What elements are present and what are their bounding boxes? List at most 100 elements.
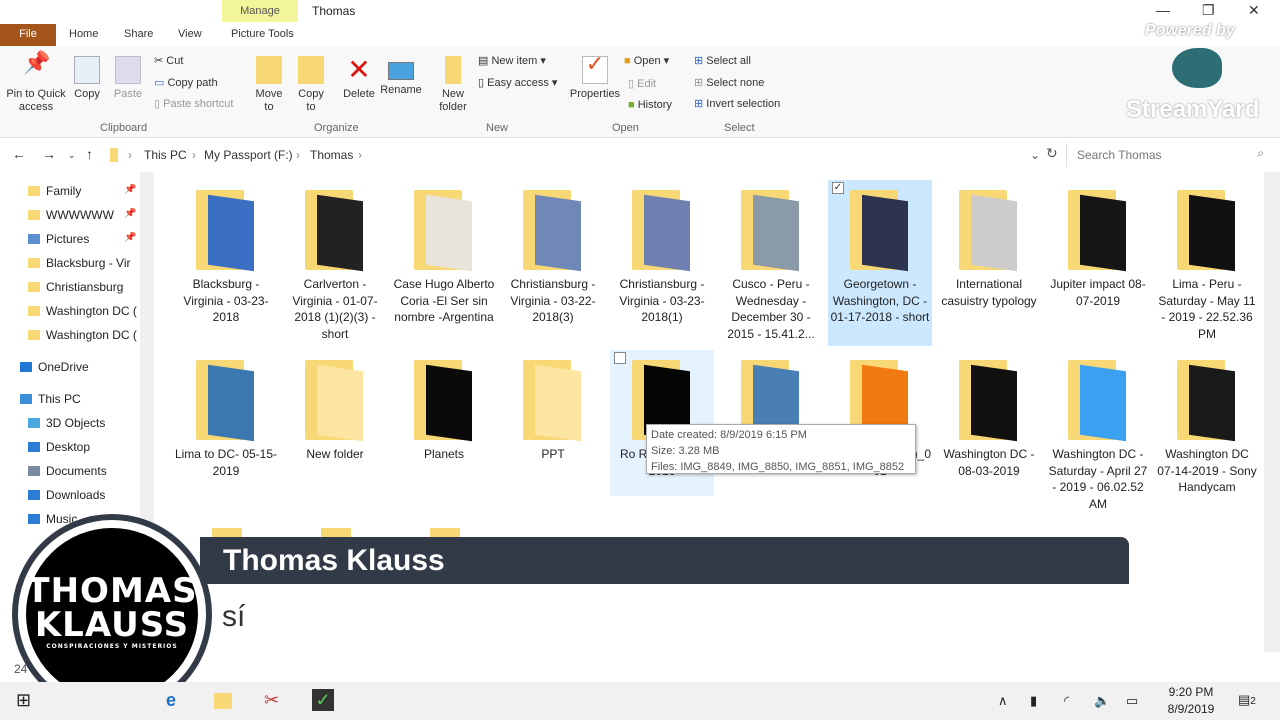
folder-item[interactable]: Washington DC 07-14-2019 - Sony Handycam xyxy=(1155,350,1259,496)
content-scrollbar[interactable] xyxy=(1264,172,1280,652)
app-check-icon[interactable]: ✓ xyxy=(312,689,334,711)
folder-tooltip: Date created: 8/9/2019 6:15 PM Size: 3.2… xyxy=(646,424,916,474)
checkbox-checked[interactable]: ✓ xyxy=(832,182,844,194)
nav-item[interactable]: 3D Objects xyxy=(28,416,138,430)
maximize-button[interactable]: ❐ xyxy=(1202,2,1215,19)
paste-shortcut-button[interactable]: ▯ Paste shortcut xyxy=(154,97,233,110)
nav-item[interactable]: This PC xyxy=(20,392,130,406)
battery-icon[interactable]: ▮ xyxy=(1030,693,1037,709)
folder-label: Lima - Peru - Saturday - May 11 - 2019 -… xyxy=(1158,277,1256,341)
windows-start-icon[interactable]: ⊞ xyxy=(16,690,31,711)
rename-button[interactable]: Rename xyxy=(380,56,422,97)
notification-icon[interactable]: ▤2 xyxy=(1238,692,1256,708)
copy-to-button[interactable]: Copy to xyxy=(294,56,328,114)
nav-item[interactable]: Pictures xyxy=(28,232,138,246)
chevron-right-icon: › xyxy=(296,148,300,162)
invert-selection-icon: ⊞ xyxy=(694,98,707,110)
clipboard-group-label: Clipboard xyxy=(100,122,148,134)
minimize-button[interactable]: — xyxy=(1156,2,1170,18)
nav-item[interactable]: Family xyxy=(28,184,138,198)
copy-button[interactable]: Copy xyxy=(70,56,104,101)
documents-icon xyxy=(28,466,40,476)
keyboard-icon[interactable]: ▭ xyxy=(1126,693,1138,709)
nav-item[interactable]: Blacksburg - Vir xyxy=(28,256,138,270)
delete-button[interactable]: ✕ Delete xyxy=(340,56,378,101)
folder-item[interactable]: Jupiter impact 08-07-2019 xyxy=(1046,180,1150,346)
folder-label: Carlverton - Virginia - 01-07-2018 (1)(2… xyxy=(292,277,378,341)
properties-button[interactable]: ✓ Properties xyxy=(568,53,622,101)
folder-item[interactable]: Cusco - Peru - Wednesday - December 30 -… xyxy=(719,180,823,346)
chevron-up-icon[interactable]: ∧ xyxy=(998,693,1008,709)
folder-item[interactable]: New folder xyxy=(283,350,387,496)
clock[interactable]: 9:20 PM 8/9/2019 xyxy=(1160,684,1222,718)
pin-icon: 📌 xyxy=(124,184,136,195)
folder-thumbnail-icon xyxy=(739,190,803,272)
paste-button[interactable]: Paste xyxy=(110,56,146,101)
breadcrumb-my-passport[interactable]: My Passport (F:) xyxy=(204,148,293,162)
up-arrow-icon[interactable]: ↑ xyxy=(86,146,93,162)
tab-file[interactable]: File xyxy=(0,24,56,46)
folder-item[interactable]: Case Hugo Alberto Coria -El Ser sin nomb… xyxy=(392,180,496,346)
volume-icon[interactable]: 🔈 xyxy=(1094,693,1110,709)
history-button[interactable]: ■ History xyxy=(628,99,672,111)
folder-item[interactable]: Christiansburg - Virginia - 03-23-2018(1… xyxy=(610,180,714,346)
tab-view[interactable]: View xyxy=(178,24,202,46)
folder-item[interactable]: International casuistry typology xyxy=(937,180,1041,346)
breadcrumb-thomas[interactable]: Thomas xyxy=(310,148,353,162)
select-none-button[interactable]: ⊞ Select none xyxy=(694,76,764,89)
folder-item[interactable]: Planets xyxy=(392,350,496,496)
easy-access-button[interactable]: ▯ Easy access ▾ xyxy=(478,76,557,89)
folder-item[interactable]: Lima to DC- 05-15-2019 xyxy=(174,350,278,496)
nav-item[interactable]: WWWWWW xyxy=(28,208,138,222)
nav-item[interactable]: Desktop xyxy=(28,440,138,454)
select-group-label: Select xyxy=(724,122,755,134)
folder-item[interactable]: Washington DC - 08-03-2019 xyxy=(937,350,1041,496)
copy-path-button[interactable]: ▭ Copy path xyxy=(154,76,218,89)
move-to-button[interactable]: Move to xyxy=(252,56,286,114)
folder-item[interactable]: Blacksburg - Virginia - 03-23-2018 xyxy=(174,180,278,346)
manage-tab[interactable]: Manage xyxy=(222,0,298,22)
nav-item[interactable]: Downloads xyxy=(28,488,138,502)
tab-share[interactable]: Share xyxy=(124,24,153,46)
pin-quick-access-button[interactable]: 📌 Pin to Quick access xyxy=(4,50,68,114)
folder-item[interactable]: Lima - Peru - Saturday - May 11 - 2019 -… xyxy=(1155,180,1259,346)
file-explorer-icon[interactable] xyxy=(214,693,232,709)
edge-icon[interactable]: e xyxy=(166,690,176,711)
folder-label: PPT xyxy=(541,447,565,461)
snipping-tool-icon[interactable]: ✂ xyxy=(264,690,279,711)
nav-item[interactable]: Washington DC ( xyxy=(28,328,138,342)
close-button[interactable]: ✕ xyxy=(1248,2,1260,19)
back-arrow-icon[interactable]: ← xyxy=(12,146,26,162)
new-item-button[interactable]: ▤ New item ▾ xyxy=(478,54,546,67)
cut-button[interactable]: ✂ Cut xyxy=(154,54,183,67)
forward-arrow-icon[interactable]: → xyxy=(42,146,56,162)
checkbox[interactable] xyxy=(614,352,626,364)
tab-picture-tools[interactable]: Picture Tools xyxy=(231,24,294,46)
move-folder-icon xyxy=(256,56,282,84)
tab-home[interactable]: Home xyxy=(69,24,98,46)
refresh-icon[interactable]: ↻ xyxy=(1046,145,1058,162)
nav-item[interactable]: Washington DC ( xyxy=(28,304,138,318)
folder-item[interactable]: Christiansburg - Virginia - 03-22-2018(3… xyxy=(501,180,605,346)
nav-item[interactable]: OneDrive xyxy=(20,360,130,374)
new-folder-button[interactable]: New folder xyxy=(436,56,470,114)
invert-selection-button[interactable]: ⊞ Invert selection xyxy=(694,97,780,110)
folder-thumbnail-icon xyxy=(630,190,694,272)
wifi-icon[interactable]: ◜ xyxy=(1064,693,1069,709)
pin-icon: 📌 xyxy=(23,50,51,75)
select-all-button[interactable]: ⊞ Select all xyxy=(694,54,751,67)
folder-item[interactable]: ✓ Georgetown - Washington, DC - 01-17-201… xyxy=(828,180,932,346)
scissors-icon: ✂ xyxy=(154,55,167,67)
breadcrumb-this-pc[interactable]: This PC xyxy=(144,148,187,162)
paste-shortcut-icon: ▯ xyxy=(154,98,164,110)
open-button[interactable]: ■ Open ▾ xyxy=(624,54,669,67)
nav-item[interactable]: Christiansburg xyxy=(28,280,138,294)
folder-item[interactable]: PPT xyxy=(501,350,605,496)
folder-item[interactable]: Carlverton - Virginia - 01-07-2018 (1)(2… xyxy=(283,180,387,346)
search-input[interactable]: Search Thomas ⌕ xyxy=(1066,143,1272,167)
folder-item[interactable]: Washington DC - Saturday - April 27 - 20… xyxy=(1046,350,1150,511)
recent-chevron-icon[interactable]: ⌄ xyxy=(68,150,76,161)
dropdown-chevron-icon[interactable]: ⌄ xyxy=(1030,148,1040,162)
edit-button[interactable]: ▯ Edit xyxy=(628,77,656,90)
nav-item[interactable]: Documents xyxy=(28,464,138,478)
